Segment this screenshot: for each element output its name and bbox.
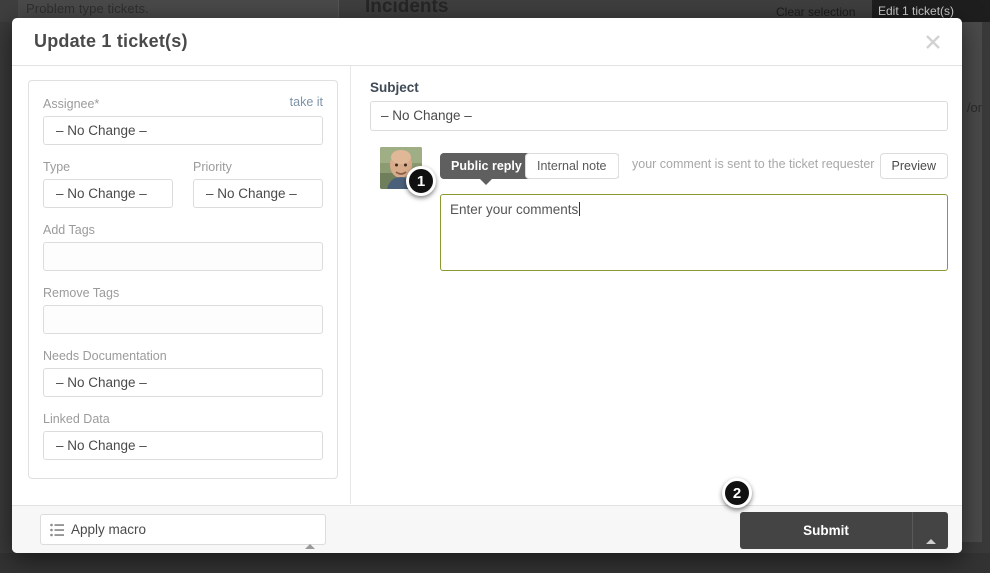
reply-visibility-hint: your comment is sent to the ticket reque… [632,157,875,171]
field-priority: Priority – No Change – [193,158,323,208]
text-cursor [579,202,581,216]
assignee-select[interactable]: – No Change – [43,116,323,145]
add-tags-input[interactable] [43,242,323,271]
field-add-tags: Add Tags [43,221,323,271]
remove-tags-label: Remove Tags [43,286,120,300]
tab-internal-note[interactable]: Internal note [525,153,619,179]
comment-textarea[interactable]: Enter your comments [440,194,948,271]
reply-toolbar: Public reply Internal note your comment … [370,147,948,189]
submit-button[interactable]: Submit [740,512,912,549]
type-select[interactable]: – No Change – [43,179,173,208]
linked-data-select[interactable]: – No Change – [43,431,323,460]
type-label: Type [43,160,71,174]
background-incidents-title: Incidents [365,0,449,17]
update-tickets-modal: Update 1 ticket(s) Assignee* take it – N… [12,18,962,553]
comment-column: Subject – No Change – Public reply Inter… [370,80,948,271]
ticket-properties-card: Assignee* take it – No Change – Type – N… [28,80,338,479]
needs-documentation-label: Needs Documentation [43,349,167,363]
type-priority-row: Type – No Change – Priority – No Change … [43,158,323,208]
background-clear-selection-link[interactable]: Clear selection [776,5,855,19]
page-title: Update 1 ticket(s) [34,31,188,51]
background-bottom-strip [0,553,990,573]
app-background: Problem type tickets. Incidents Clear se… [0,0,990,573]
field-assignee: Assignee* take it – No Change – [43,95,323,145]
callout-badge-1: 1 [406,166,436,196]
chevron-up-icon [925,521,936,544]
comment-placeholder-text: Enter your comments [450,202,581,217]
background-edit-tickets-label: Edit 1 ticket(s) [878,4,955,18]
background-right-clipped-text: /or [966,100,982,115]
apply-macro-dropdown[interactable]: Apply macro [40,514,326,549]
submit-dropdown-button[interactable] [912,512,948,549]
needs-documentation-select[interactable]: – No Change – [43,368,323,397]
priority-select[interactable]: – No Change – [193,179,323,208]
column-divider [350,66,351,504]
field-type: Type – No Change – [43,158,173,208]
subject-input[interactable]: – No Change – [370,101,948,131]
linked-data-label: Linked Data [43,412,110,426]
modal-footer: Apply macro Submit [12,505,962,553]
field-needs-documentation: Needs Documentation – No Change – [43,347,323,397]
background-problem-text: Problem type tickets. [26,1,149,16]
subject-label: Subject [370,80,419,95]
add-tags-label: Add Tags [43,223,95,237]
priority-label: Priority [193,160,232,174]
assignee-label: Assignee* [43,97,100,111]
chevron-up-icon [305,527,315,549]
take-it-link[interactable]: take it [290,95,323,109]
submit-button-group[interactable]: Submit [740,512,948,549]
field-remove-tags: Remove Tags [43,284,323,334]
preview-button[interactable]: Preview [879,153,948,179]
apply-macro-label: Apply macro [71,522,147,537]
callout-badge-2: 2 [722,478,752,508]
modal-body: Assignee* take it – No Change – Type – N… [12,66,962,504]
toolbar-separator [618,154,619,178]
list-icon [50,523,64,542]
modal-header: Update 1 ticket(s) [12,18,962,66]
comment-placeholder-label: Enter your comments [450,202,579,217]
tab-public-reply[interactable]: Public reply [440,153,533,185]
close-icon[interactable] [920,29,946,55]
field-linked-data: Linked Data – No Change – [43,410,323,460]
remove-tags-input[interactable] [43,305,323,334]
ticket-properties-column: Assignee* take it – No Change – Type – N… [28,80,338,479]
